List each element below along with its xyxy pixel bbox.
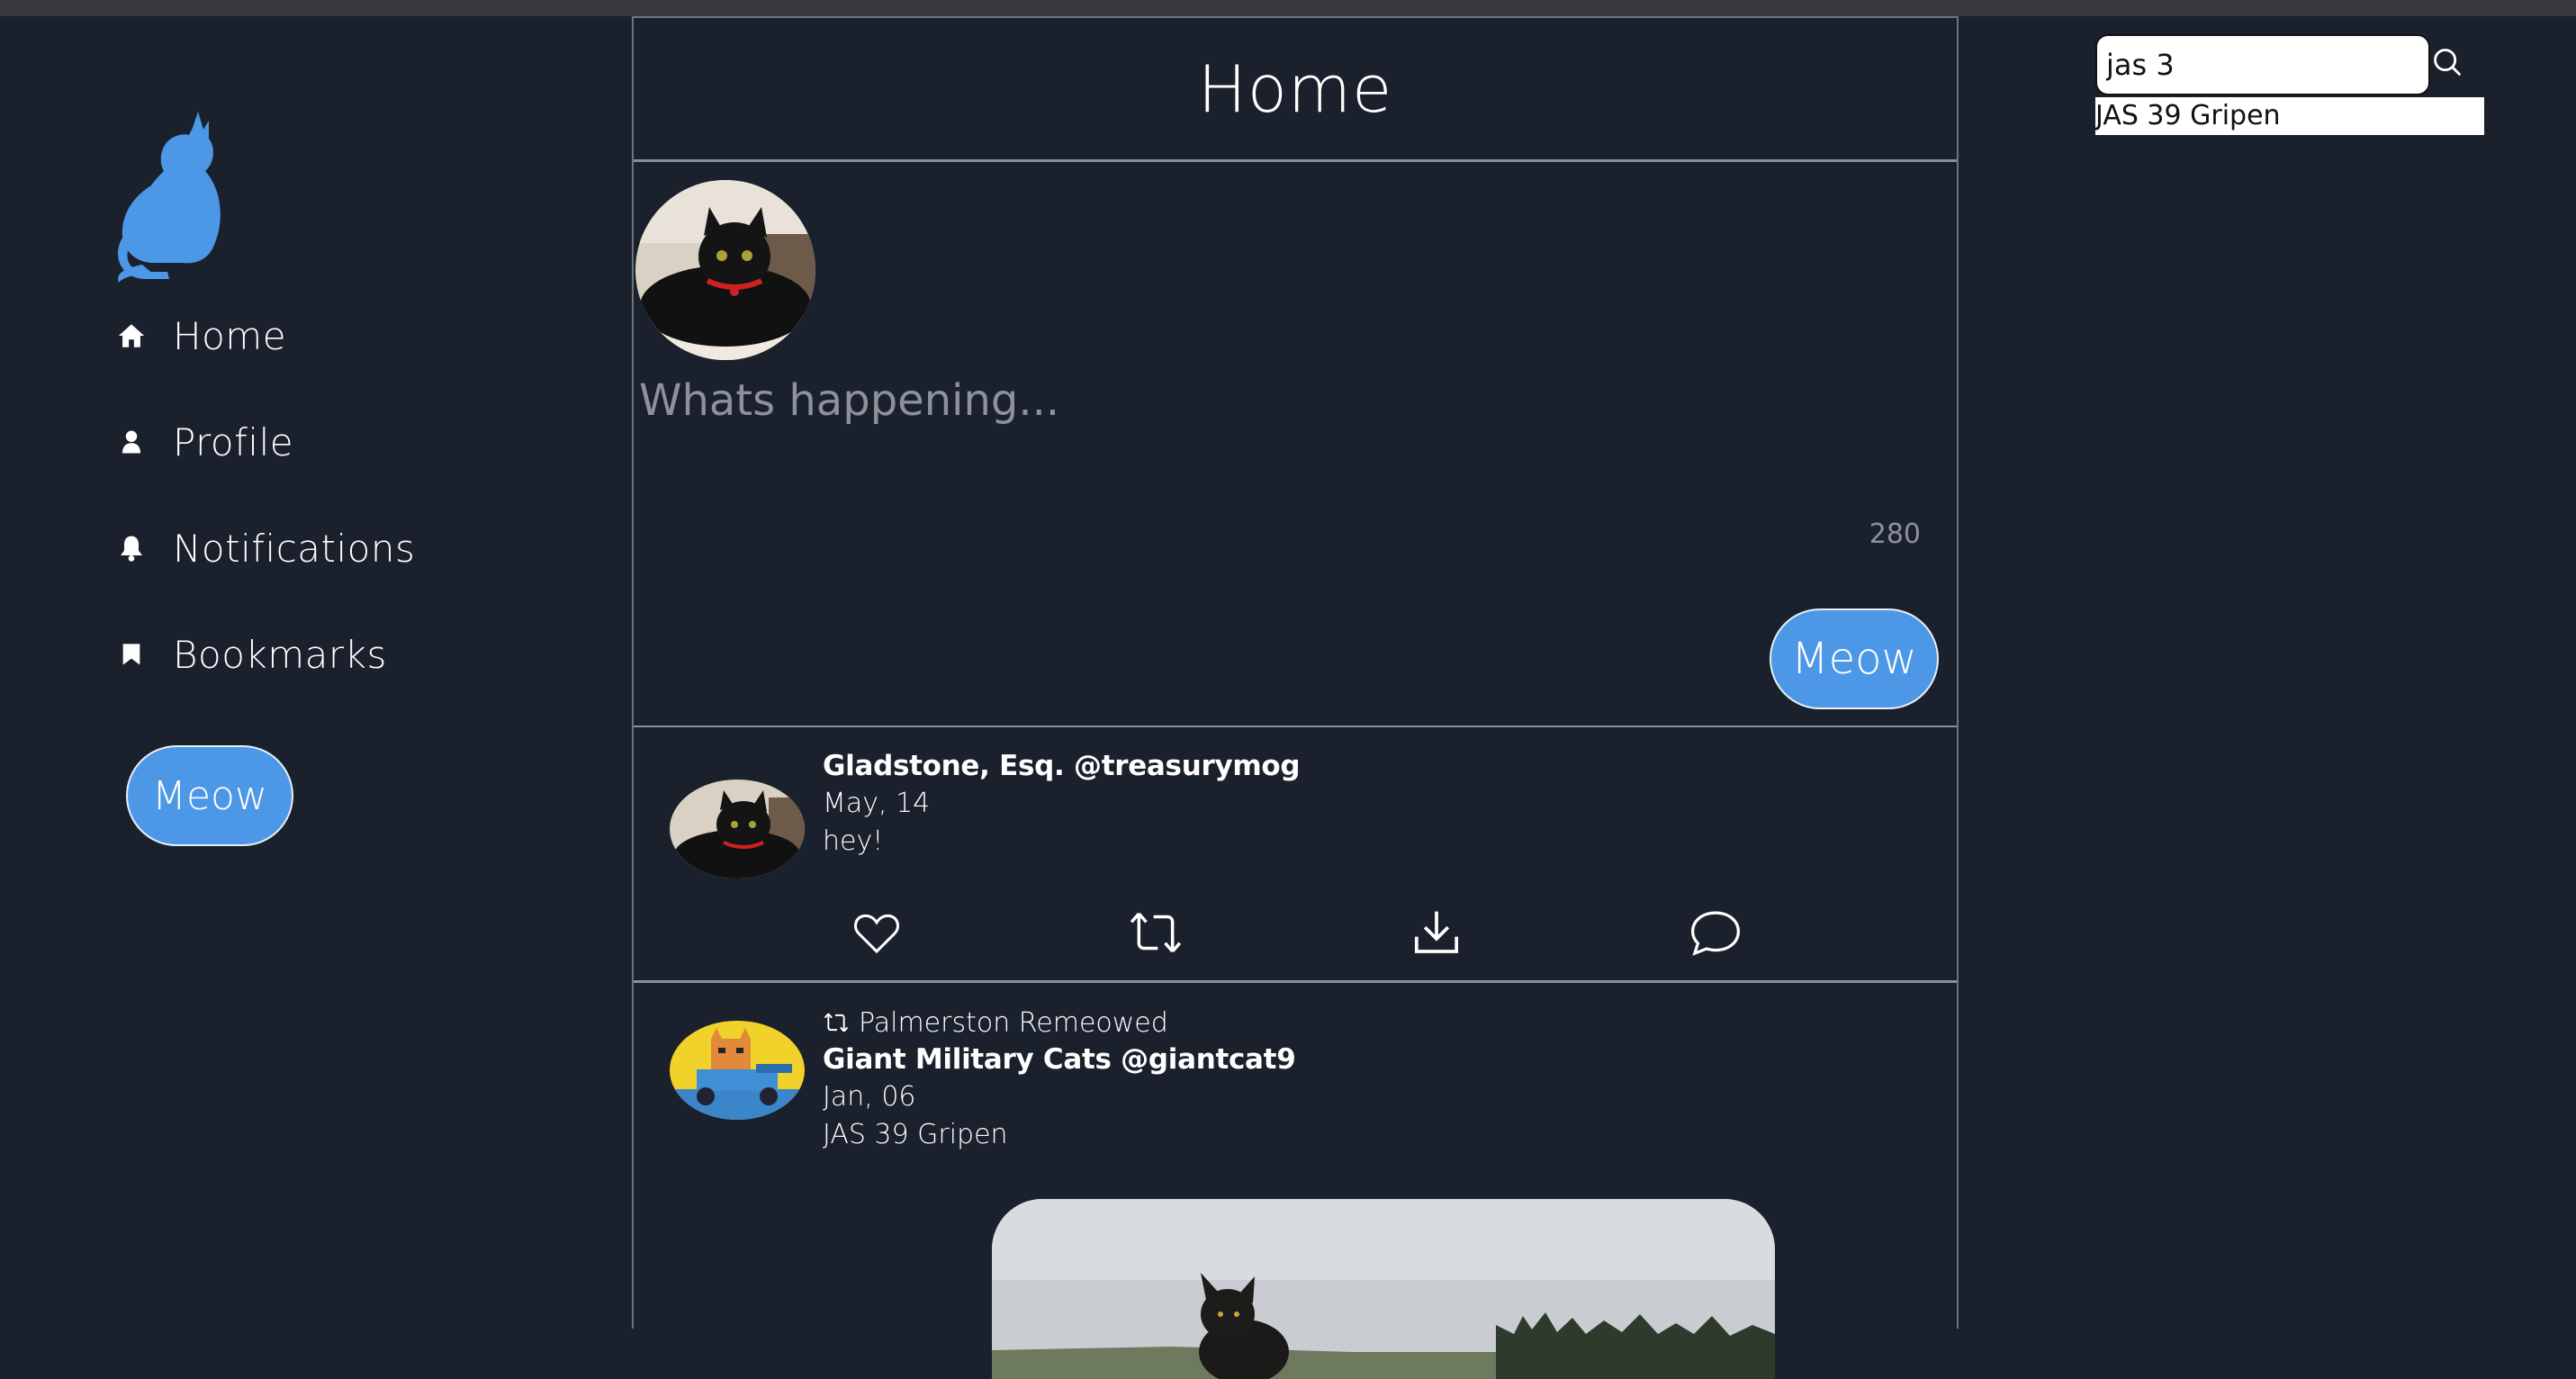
- tweet: Palmerston Remeowed Giant Military Cats …: [634, 983, 1957, 1379]
- tweet-author[interactable]: Giant Military Cats @giantcat9: [823, 1041, 1296, 1078]
- sidebar-item-bookmarks[interactable]: Bookmarks: [115, 623, 387, 686]
- tweet-text: JAS 39 Gripen: [823, 1119, 1008, 1150]
- page-header: Home: [634, 16, 1957, 162]
- compose-input[interactable]: [637, 364, 1901, 437]
- tweet-body: Gladstone, Esq. @treasurymog May, 14 hey…: [823, 747, 1301, 861]
- tweet-actions: [634, 904, 1957, 967]
- sidebar-item-label: Home: [173, 313, 287, 358]
- main-feed: Home 280 Meow: [632, 16, 1959, 1379]
- browser-top-bar: [0, 0, 2576, 16]
- tweet-body: Palmerston Remeowed Giant Military Cats …: [823, 1005, 1296, 1154]
- search-input[interactable]: [2095, 34, 2430, 95]
- remeow-icon: [823, 1011, 850, 1034]
- remeowed-by: Palmerston Remeowed: [859, 1006, 1168, 1039]
- avatar[interactable]: [670, 1021, 805, 1120]
- char-count: 280: [1869, 518, 1921, 550]
- tweet-text: hey!: [823, 825, 884, 857]
- tweet-date: Jan, 06: [823, 1081, 916, 1113]
- sidebar: Home Profile Notifications Bookmarks Meo…: [0, 16, 630, 1329]
- bell-icon: [115, 532, 148, 564]
- download-icon[interactable]: [1408, 904, 1465, 961]
- tweet-image[interactable]: [992, 1199, 1775, 1379]
- sidebar-item-label: Profile: [173, 419, 294, 464]
- cat-logo[interactable]: [115, 112, 223, 283]
- avatar[interactable]: [670, 780, 805, 879]
- compose-box: 280 Meow: [634, 164, 1957, 727]
- remeow-notice: Palmerston Remeowed: [823, 1005, 1295, 1041]
- sidebar-meow-button[interactable]: Meow: [126, 745, 293, 846]
- home-icon: [115, 320, 148, 352]
- avatar: [635, 180, 815, 360]
- comment-icon[interactable]: [1687, 904, 1744, 961]
- sidebar-item-profile[interactable]: Profile: [115, 410, 293, 473]
- tweet: Gladstone, Esq. @treasurymog May, 14 hey…: [634, 727, 1957, 983]
- user-icon: [115, 426, 148, 458]
- tweet-author[interactable]: Gladstone, Esq. @treasurymog: [823, 747, 1301, 785]
- page-title: Home: [1197, 50, 1393, 127]
- compose-meow-button[interactable]: Meow: [1770, 608, 1939, 709]
- sidebar-item-notifications[interactable]: Notifications: [115, 517, 415, 580]
- search-suggestion[interactable]: JAS 39 Gripen: [2095, 97, 2484, 135]
- search-icon[interactable]: [2430, 45, 2464, 79]
- bookmark-icon: [115, 638, 148, 671]
- sidebar-item-label: Notifications: [173, 526, 416, 571]
- remeow-icon[interactable]: [1127, 904, 1184, 961]
- tweet-date: May, 14: [823, 788, 931, 819]
- sidebar-item-home[interactable]: Home: [115, 304, 286, 367]
- like-icon[interactable]: [848, 904, 905, 961]
- sidebar-item-label: Bookmarks: [173, 632, 387, 677]
